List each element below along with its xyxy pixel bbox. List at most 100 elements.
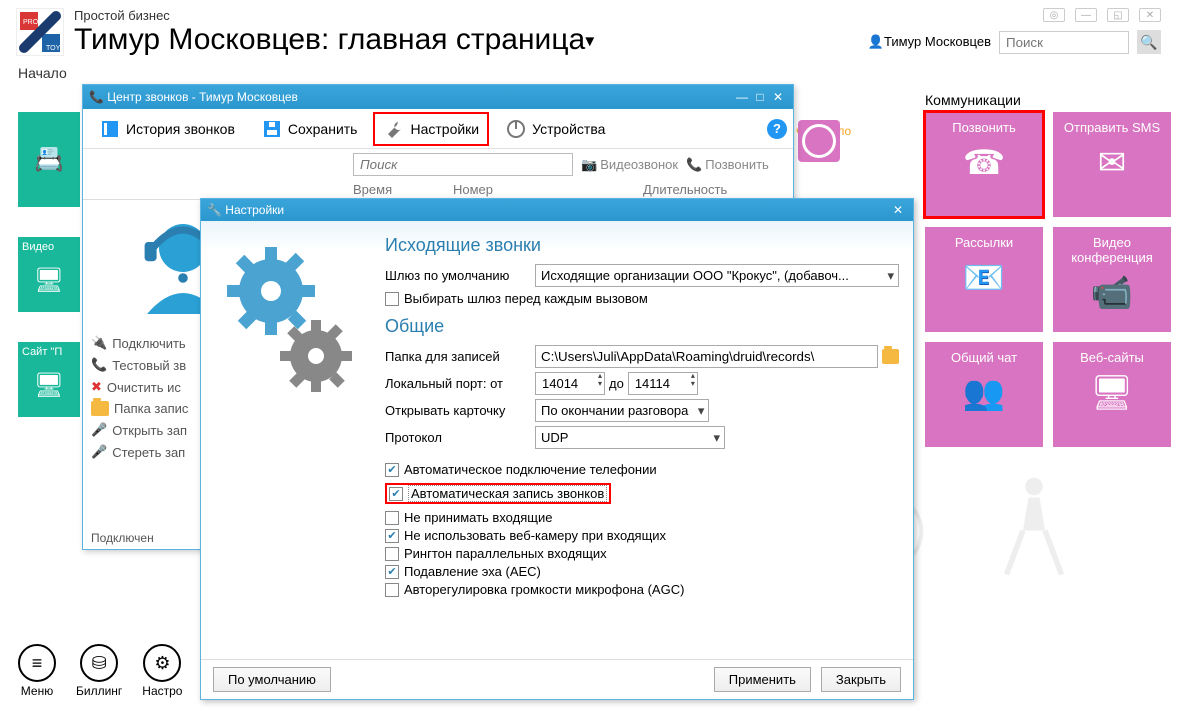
call-button[interactable]: 📞Позвонить	[686, 157, 769, 173]
checkbox-icon: ✔	[385, 529, 399, 543]
sms-icon: ✉	[1098, 143, 1127, 183]
chk-autoconnect[interactable]: ✔Автоматическое подключение телефонии	[385, 462, 899, 477]
dock: ≡Меню ⛁Биллинг ⚙Настро	[18, 644, 182, 698]
dropdown-caret-icon[interactable]: ▾	[585, 31, 594, 51]
apply-button[interactable]: Применить	[714, 667, 811, 692]
port-from-input[interactable]: 14014	[535, 372, 605, 395]
card-label: Открывать карточку	[385, 403, 535, 418]
film-icon	[99, 118, 121, 140]
app-header: PROTOY Простой бизнес Тимур Московцев: г…	[0, 0, 1179, 57]
chk-agc[interactable]: Авторегулировка громкости микрофона (AGC…	[385, 582, 899, 597]
devices-button[interactable]: Устройства	[495, 112, 615, 146]
folder-label: Папка для записей	[385, 349, 535, 364]
dock-billing[interactable]: ⛁Биллинг	[76, 644, 122, 698]
col-duration[interactable]: Длительность	[643, 182, 763, 197]
st-titlebar[interactable]: 🔧 Настройки ✕	[201, 199, 913, 221]
cc-title: Центр звонков - Тимур Московцев	[107, 90, 298, 104]
page-title[interactable]: Тимур Московцев: главная страница▾	[74, 23, 594, 57]
toggle-icon[interactable]: ◎	[1043, 8, 1065, 22]
cc-columns: Время Номер Длительность	[83, 180, 793, 200]
settings-window: 🔧 Настройки ✕ Исходящие звонки Шлюз по у…	[200, 198, 914, 700]
dock-settings[interactable]: ⚙Настро	[142, 644, 182, 698]
col-number[interactable]: Номер	[453, 182, 643, 197]
chk-autorecord[interactable]: ✔Автоматическая запись звонков	[385, 483, 611, 504]
power-icon	[505, 118, 527, 140]
phone-icon: ☎	[963, 143, 1005, 183]
history-button[interactable]: История звонков	[89, 112, 245, 146]
minimize-icon[interactable]: —	[733, 90, 751, 104]
checkbox-icon	[385, 511, 399, 525]
handset-icon: 📞	[91, 357, 107, 373]
chk-select-gateway[interactable]: Выбирать шлюз перед каждым вызовом	[385, 291, 899, 306]
outgoing-heading: Исходящие звонки	[385, 235, 899, 256]
chk-nocam[interactable]: ✔Не использовать веб-камеру при входящих	[385, 528, 899, 543]
cc-search-input[interactable]	[353, 153, 573, 176]
close-icon[interactable]: ✕	[1139, 8, 1161, 22]
comm-tiles: Позвонить☎ Отправить SMS✉ Рассылки📧 Виде…	[925, 112, 1171, 447]
dock-menu[interactable]: ≡Меню	[18, 644, 56, 698]
phone-icon: 📞	[89, 90, 104, 104]
handset-icon: 📞	[686, 157, 702, 173]
st-form: Исходящие звонки Шлюз по умолчанию Исход…	[381, 221, 913, 659]
col-time[interactable]: Время	[353, 182, 453, 197]
tile-left-1[interactable]: 📇	[18, 112, 80, 207]
port-to-label: до	[609, 376, 624, 391]
mic-icon: 🎤	[91, 422, 107, 438]
tile-videoconf[interactable]: Видео конференция📹	[1053, 227, 1171, 332]
tile-mailing[interactable]: Рассылки📧	[925, 227, 1043, 332]
chk-ringtone[interactable]: Рингтон параллельных входящих	[385, 546, 899, 561]
chk-aec[interactable]: ✔Подавление эха (AEC)	[385, 564, 899, 579]
webcam-icon: 📷	[581, 157, 597, 173]
gear-icon: ⚙	[143, 644, 181, 682]
maximize-icon[interactable]: □	[751, 90, 769, 104]
maximize-icon[interactable]: ◱	[1107, 8, 1129, 22]
checkbox-icon	[385, 547, 399, 561]
port-to-input[interactable]: 14114	[628, 372, 698, 395]
window-controls: ◎ — ◱ ✕	[1043, 8, 1161, 22]
checkbox-icon	[385, 583, 399, 597]
tile-call[interactable]: Позвонить☎	[925, 112, 1043, 217]
checkbox-icon: ✔	[385, 565, 399, 579]
port-label: Локальный порт: от	[385, 376, 535, 391]
current-user[interactable]: 👤Тимур Московцев	[868, 34, 991, 50]
card-select[interactable]: По окончании разговора	[535, 399, 709, 422]
tile-chat[interactable]: Общий чат👥	[925, 342, 1043, 447]
left-tiles: 📇 Видео🖥 Сайт "П🖥	[18, 112, 80, 417]
wrench-icon	[383, 118, 405, 140]
help-icon[interactable]: ?	[767, 119, 787, 139]
app-logo: PROTOY	[16, 8, 64, 56]
cc-titlebar[interactable]: 📞 Центр звонков - Тимур Московцев — □ ✕	[83, 85, 793, 109]
gateway-select[interactable]: Исходящие организации ООО "Крокус", (доб…	[535, 264, 899, 287]
tile-websites[interactable]: Веб-сайты🖥	[1053, 342, 1171, 447]
folder-input[interactable]	[535, 345, 878, 368]
settings-button[interactable]: Настройки	[373, 112, 489, 146]
global-search-input[interactable]	[999, 31, 1129, 54]
browse-folder-icon[interactable]	[882, 349, 899, 364]
chat-icon: 👥	[963, 373, 1005, 413]
tile-left-3[interactable]: Сайт "П🖥	[18, 342, 80, 417]
mic-off-icon: 🎤	[91, 444, 107, 460]
videocall-button[interactable]: 📷Видеозвонок	[581, 157, 678, 173]
menu-icon: ≡	[18, 644, 56, 682]
default-button[interactable]: По умолчанию	[213, 667, 331, 692]
st-footer: По умолчанию Применить Закрыть	[201, 659, 913, 699]
checkbox-icon	[385, 292, 399, 306]
wrench-icon: 🔧	[207, 203, 222, 217]
save-button[interactable]: Сохранить	[251, 112, 368, 146]
title-block: Простой бизнес Тимур Московцев: главная …	[74, 8, 594, 57]
protocol-label: Протокол	[385, 430, 535, 445]
search-icon[interactable]: 🔍	[1137, 30, 1161, 54]
close-icon[interactable]: ✕	[769, 90, 787, 104]
tile-left-2[interactable]: Видео🖥	[18, 237, 80, 312]
monitor-icon: 🖥	[1090, 373, 1133, 413]
close-button[interactable]: Закрыть	[821, 667, 901, 692]
cc-searchbar: 📷Видеозвонок 📞Позвонить	[83, 149, 793, 180]
tile-sms[interactable]: Отправить SMS✉	[1053, 112, 1171, 217]
mailing-icon: 📧	[963, 258, 1005, 298]
clear-icon: ✖	[91, 379, 102, 395]
minimize-icon[interactable]: —	[1075, 8, 1097, 22]
chk-noincoming[interactable]: Не принимать входящие	[385, 510, 899, 525]
protocol-select[interactable]: UDP	[535, 426, 725, 449]
close-icon[interactable]: ✕	[889, 203, 907, 217]
checkbox-icon: ✔	[385, 463, 399, 477]
